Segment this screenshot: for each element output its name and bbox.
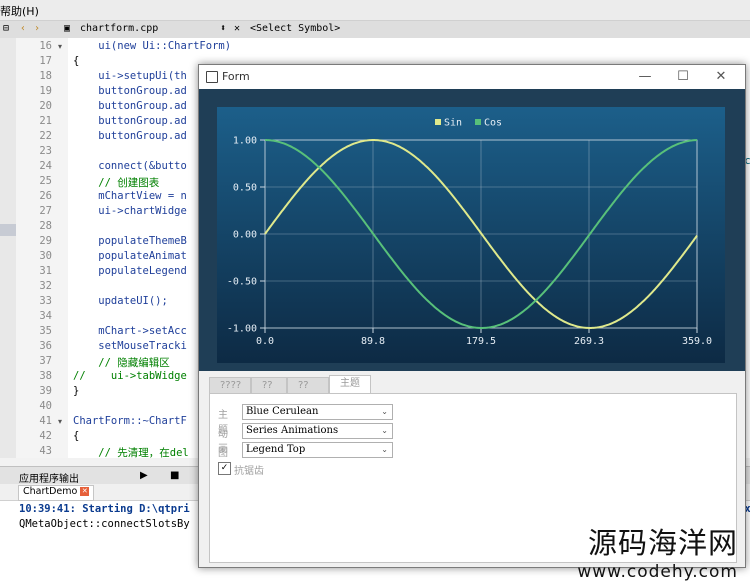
sidebar-marker [0, 224, 16, 236]
output-panel-title: 应用程序输出 [19, 474, 79, 485]
menu-help[interactable]: 帮助(H) [0, 3, 39, 19]
chart-background [217, 107, 725, 363]
editor-toolbar: ⊟ ‹ › ▣ chartform.cpp ⬍ ✕ <Select Symbol… [0, 21, 750, 39]
antialias-checkbox[interactable]: ✓ [218, 462, 231, 475]
menu-bar: 帮助(H) [0, 0, 750, 21]
line-number: 30 [39, 250, 52, 262]
line-number: 39 [39, 385, 52, 397]
form-window: Form — ☐ ✕ 0.0 89.8 179.5 269.3 359.0 1.00 0.5… [198, 64, 746, 568]
line-number: 17 [39, 55, 52, 67]
line-number: 22 [39, 130, 52, 142]
line-number: 23 [39, 145, 52, 157]
forward-icon[interactable]: › [34, 23, 40, 34]
legend-combobox[interactable]: Legend Top ⌄ [242, 442, 393, 458]
line-number: 37 [39, 355, 52, 367]
x-tick-label: 269.3 [574, 336, 604, 347]
animation-value: Series Animations [246, 425, 339, 436]
window-icon [206, 71, 218, 83]
theme-value: Blue Cerulean [246, 406, 319, 417]
line-number: 43 [39, 445, 52, 457]
line-number: 41 [39, 415, 52, 427]
y-tick-label: -0.50 [227, 277, 257, 288]
watermark-url: www.codehy.com [577, 562, 738, 582]
watermark: 源码海洋网 www.codehy.com [577, 520, 738, 582]
line-number: 25 [39, 175, 52, 187]
back-icon[interactable]: ‹ [20, 23, 26, 34]
line-number: 34 [39, 310, 52, 322]
line-number: 26 [39, 190, 52, 202]
y-tick-label: 0.00 [233, 230, 257, 241]
form-titlebar[interactable]: Form — ☐ ✕ [199, 65, 745, 89]
output-tab-chartdemo[interactable]: ChartDemo ✕ [18, 485, 95, 501]
y-tick-label: -1.00 [227, 324, 257, 335]
x-tick-label: 89.8 [361, 336, 385, 347]
code-line: ui(new Ui::ChartForm) [73, 40, 232, 52]
x-tick-label: 359.0 [682, 336, 712, 347]
x-tick-label: 179.5 [466, 336, 496, 347]
settings-tab[interactable]: 主题 [329, 375, 371, 395]
y-tick-label: 1.00 [233, 136, 257, 147]
split-icon[interactable]: ⊟ [3, 23, 9, 34]
form-title: Form [222, 70, 250, 83]
line-number: 42 [39, 430, 52, 442]
legend-value: Legend Top [246, 444, 306, 455]
theme-combobox[interactable]: Blue Cerulean ⌄ [242, 404, 393, 420]
chart-view[interactable]: 0.0 89.8 179.5 269.3 359.0 1.00 0.50 0.00 -0.50 -… [199, 89, 745, 371]
line-number: 31 [39, 265, 52, 277]
legend-label: Sin [444, 118, 462, 129]
fold-marker-icon[interactable]: ▾ [58, 417, 62, 426]
line-number: 32 [39, 280, 52, 292]
line-number: 18 [39, 70, 52, 82]
line-number: 33 [39, 295, 52, 307]
settings-tab[interactable]: ?? [287, 377, 329, 394]
chevron-down-icon: ⌄ [381, 407, 388, 416]
output-line-1: 10:39:41: Starting D:\qtpri [19, 503, 190, 515]
stop-icon[interactable]: ■ [170, 470, 179, 481]
cpp-file-icon: ▣ [64, 23, 71, 34]
animation-combobox[interactable]: Series Animations ⌄ [242, 423, 393, 439]
line-number: 19 [39, 85, 52, 97]
output-tab-label: ChartDemo [23, 486, 78, 497]
minimize-button[interactable]: — [627, 67, 663, 87]
watermark-title: 源码海洋网 [587, 526, 738, 560]
line-number: 16 [39, 40, 52, 52]
close-file-icon[interactable]: ✕ [234, 23, 240, 34]
line-number: 24 [39, 160, 52, 172]
legend-marker [475, 119, 481, 125]
settings-tab[interactable]: ???? [209, 377, 251, 394]
fold-marker-icon[interactable]: ▾ [58, 42, 62, 51]
line-number-gutter: 16 ▾ 17 18 19 20 21 22 23 24 25 26 27 28 29 30 31 32 33 34 3… [16, 38, 68, 458]
close-tab-icon[interactable]: ✕ [80, 487, 90, 496]
line-number: 28 [39, 220, 52, 232]
line-number: 20 [39, 100, 52, 112]
line-number: 35 [39, 325, 52, 337]
line-number: 36 [39, 340, 52, 352]
left-sidebar-strip [0, 38, 17, 458]
output-line-2: QMetaObject::connectSlotsBy [19, 518, 190, 530]
line-chart: 0.0 89.8 179.5 269.3 359.0 1.00 0.50 0.00 -0.50 -… [217, 107, 725, 363]
close-button[interactable]: ✕ [703, 67, 739, 87]
line-number: 38 [39, 370, 52, 382]
x-tick-label: 0.0 [256, 336, 274, 347]
settings-tab[interactable]: ?? [251, 377, 287, 394]
file-dropdown-icon[interactable]: ⬍ [220, 23, 226, 34]
symbol-selector[interactable]: <Select Symbol> [250, 23, 340, 34]
line-number: 27 [39, 205, 52, 217]
chevron-down-icon: ⌄ [381, 426, 388, 435]
line-number: 21 [39, 115, 52, 127]
antialias-label: 抗锯齿 [234, 466, 264, 477]
legend-label: Cos [484, 118, 502, 129]
line-number: 40 [39, 400, 52, 412]
legend-marker [435, 119, 441, 125]
run-icon[interactable]: ▶ [140, 470, 148, 481]
y-tick-label: 0.50 [233, 183, 257, 194]
line-number: 29 [39, 235, 52, 247]
chevron-down-icon: ⌄ [381, 445, 388, 454]
maximize-button[interactable]: ☐ [665, 67, 701, 87]
file-selector[interactable]: chartform.cpp [80, 23, 158, 34]
